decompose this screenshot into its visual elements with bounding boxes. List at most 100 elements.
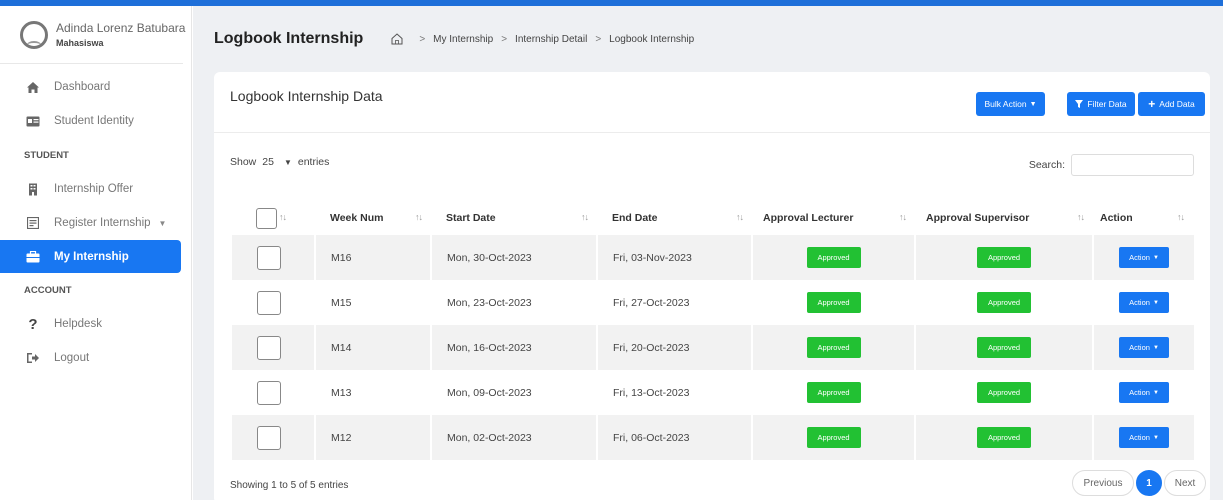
filter-data-button[interactable]: Filter Data — [1067, 92, 1135, 116]
building-icon — [26, 182, 40, 196]
sidebar-item-label: Student Identity — [54, 115, 134, 127]
column-end-date[interactable]: End Date ↑↓ — [598, 198, 753, 238]
search-input[interactable] — [1071, 154, 1194, 176]
select-all-checkbox[interactable] — [256, 207, 277, 229]
table-row: M12 Mon, 02-Oct-2023 Fri, 06-Oct-2023 Ap… — [232, 415, 1194, 460]
entries-select[interactable]: 25 ▼ — [262, 156, 292, 168]
start-date-cell: Mon, 16-Oct-2023 — [432, 325, 598, 370]
sort-icon: ↑↓ — [899, 212, 907, 222]
sort-icon: ↑↓ — [1077, 212, 1085, 222]
status-badge: Approved — [806, 337, 861, 358]
breadcrumb-separator: > — [595, 33, 602, 45]
chevron-down-icon: ▼ — [158, 218, 167, 228]
bulk-action-button[interactable]: Bulk Action ▼ — [976, 92, 1045, 116]
sidebar-item-dashboard[interactable]: Dashboard — [0, 70, 191, 104]
breadcrumb: > My Internship > Internship Detail > Lo… — [391, 33, 694, 45]
sidebar-item-label: Register Internship — [54, 217, 151, 229]
profile-role: Mahasiswa — [56, 38, 104, 48]
end-date-cell: Fri, 27-Oct-2023 — [598, 280, 753, 325]
home-icon[interactable] — [391, 33, 403, 45]
row-action-button[interactable]: Action ▼ — [1119, 292, 1169, 313]
sort-icon[interactable]: ↑↓ — [279, 212, 287, 222]
row-action-button[interactable]: Action ▼ — [1119, 382, 1169, 403]
sidebar-item-label: Logout — [54, 352, 90, 364]
status-badge: Approved — [806, 292, 861, 313]
next-page-button[interactable]: Next — [1164, 470, 1206, 496]
sidebar-item-my-internship[interactable]: My Internship — [0, 240, 181, 273]
week-num-cell: M12 — [316, 415, 432, 460]
previous-page-button[interactable]: Previous — [1072, 470, 1134, 496]
sidebar-item-logout[interactable]: Logout — [0, 341, 191, 375]
profile-name: Adinda Lorenz Batubara — [56, 21, 186, 35]
table-row: M13 Mon, 09-Oct-2023 Fri, 13-Oct-2023 Ap… — [232, 370, 1194, 415]
select-all-column: ↑↓ — [232, 198, 316, 238]
filter-icon — [1075, 100, 1084, 108]
sidebar: Adinda Lorenz Batubara Mahasiswa Dashboa… — [0, 6, 192, 500]
row-checkbox[interactable] — [257, 245, 281, 270]
table-info: Showing 1 to 5 of 5 entries — [230, 480, 349, 491]
column-approval-lecturer[interactable]: Approval Lecturer ↑↓ — [753, 198, 916, 238]
chevron-down-icon: ▼ — [1152, 344, 1159, 351]
row-checkbox[interactable] — [257, 335, 281, 360]
breadcrumb-separator: > — [419, 33, 426, 45]
breadcrumb-separator: > — [501, 33, 508, 45]
sidebar-item-internship-offer[interactable]: Internship Offer — [0, 172, 191, 206]
row-checkbox[interactable] — [257, 380, 281, 405]
column-week-num[interactable]: Week Num ↑↓ — [316, 198, 432, 238]
row-checkbox[interactable] — [257, 425, 281, 450]
user-profile[interactable]: Adinda Lorenz Batubara Mahasiswa — [0, 6, 186, 64]
sidebar-item-student-identity[interactable]: Student Identity — [0, 104, 191, 138]
status-badge: Approved — [977, 292, 1031, 313]
status-badge: Approved — [806, 382, 861, 403]
sidebar-item-helpdesk[interactable]: ? Helpdesk — [0, 307, 191, 341]
chevron-down-icon: ▼ — [1029, 100, 1037, 108]
pagination: Previous 1 Next — [1072, 470, 1206, 496]
card-title: Logbook Internship Data — [230, 88, 383, 104]
row-checkbox[interactable] — [257, 290, 281, 315]
chevron-down-icon: ▼ — [1152, 389, 1159, 396]
page-title: Logbook Internship — [214, 30, 364, 47]
end-date-cell: Fri, 03-Nov-2023 — [598, 235, 753, 280]
table-row: M16 Mon, 30-Oct-2023 Fri, 03-Nov-2023 Ap… — [232, 235, 1194, 280]
entries-control: Show 25 ▼ entries — [230, 156, 330, 168]
page-header: Logbook Internship > My Internship > Int… — [193, 6, 1223, 72]
id-card-icon — [26, 114, 40, 128]
search-control: Search: — [1029, 154, 1194, 176]
column-start-date[interactable]: Start Date ↑↓ — [432, 198, 598, 238]
page-1-button[interactable]: 1 — [1136, 470, 1162, 496]
sidebar-item-label: Dashboard — [54, 81, 111, 93]
start-date-cell: Mon, 30-Oct-2023 — [432, 235, 598, 280]
week-num-cell: M16 — [316, 235, 432, 280]
chevron-down-icon: ▼ — [1152, 299, 1159, 306]
week-num-cell: M14 — [316, 325, 432, 370]
logout-icon — [26, 351, 40, 365]
breadcrumb-logbook-internship: Logbook Internship — [609, 33, 695, 45]
chevron-down-icon: ▼ — [1152, 254, 1159, 261]
logbook-card: Logbook Internship Data Bulk Action ▼ Fil… — [214, 72, 1210, 500]
end-date-cell: Fri, 20-Oct-2023 — [598, 325, 753, 370]
column-approval-supervisor[interactable]: Approval Supervisor ↑↓ — [916, 198, 1094, 238]
row-action-button[interactable]: Action ▼ — [1119, 247, 1169, 268]
table-body: M16 Mon, 30-Oct-2023 Fri, 03-Nov-2023 Ap… — [232, 235, 1194, 460]
row-action-button[interactable]: Action ▼ — [1119, 427, 1169, 448]
section-account: ACCOUNT — [24, 284, 72, 296]
table-row: M14 Mon, 16-Oct-2023 Fri, 20-Oct-2023 Ap… — [232, 325, 1194, 370]
row-action-button[interactable]: Action ▼ — [1119, 337, 1169, 358]
sort-icon: ↑↓ — [415, 212, 423, 222]
sidebar-item-label: Helpdesk — [54, 318, 102, 330]
status-badge: Approved — [806, 427, 861, 448]
table-controls: Show 25 ▼ entries Search: — [230, 154, 1194, 178]
plus-icon: + — [1148, 97, 1156, 111]
chevron-down-icon: ▼ — [283, 157, 292, 167]
start-date-cell: Mon, 09-Oct-2023 — [432, 370, 598, 415]
column-action[interactable]: Action ↑↓ — [1094, 198, 1194, 238]
end-date-cell: Fri, 13-Oct-2023 — [598, 370, 753, 415]
add-data-button[interactable]: + Add Data — [1138, 92, 1205, 116]
table-row: M15 Mon, 23-Oct-2023 Fri, 27-Oct-2023 Ap… — [232, 280, 1194, 325]
sidebar-item-register-internship[interactable]: Register Internship ▼ — [0, 206, 191, 240]
sort-icon: ↑↓ — [1177, 212, 1185, 222]
breadcrumb-internship-detail[interactable]: Internship Detail — [515, 34, 587, 45]
breadcrumb-my-internship[interactable]: My Internship — [433, 34, 493, 45]
avatar — [20, 20, 48, 49]
section-student: STUDENT — [24, 149, 69, 161]
